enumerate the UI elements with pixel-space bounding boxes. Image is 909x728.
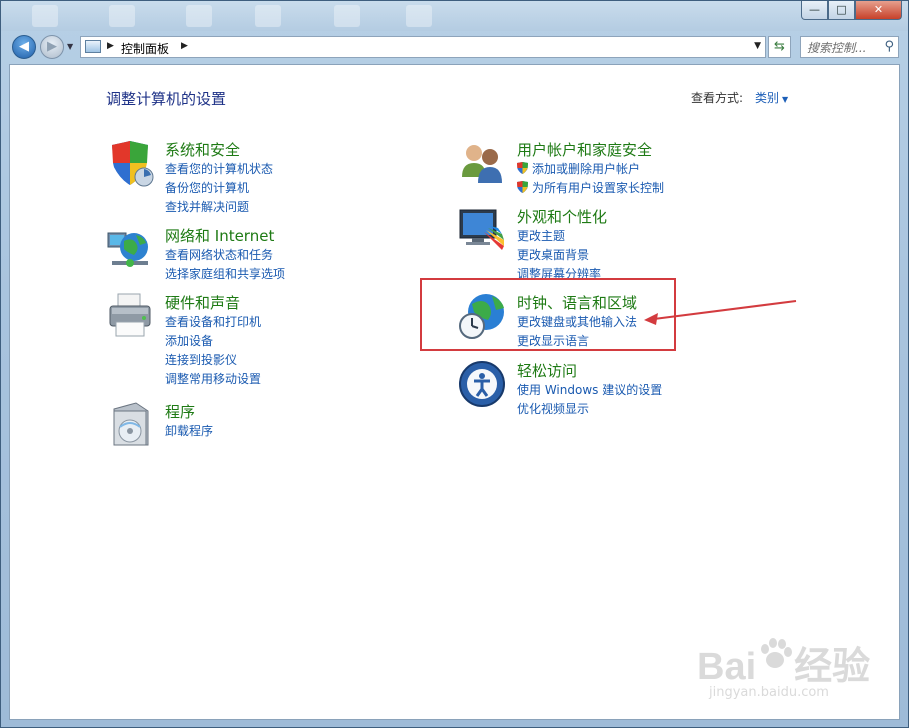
background-ghost-icon — [186, 5, 212, 27]
search-input[interactable] — [805, 38, 885, 58]
category-link[interactable]: 调整常用移动设置 — [165, 370, 261, 387]
category-link[interactable]: 备份您的计算机 — [165, 179, 249, 196]
address-bar[interactable]: ▶ 控制面板 ▶ ▼ — [80, 36, 766, 58]
back-button[interactable]: ◀ — [12, 35, 36, 59]
chevron-right-icon[interactable]: ▶ — [107, 41, 114, 51]
page-title: 调整计算机的设置 — [106, 90, 227, 108]
background-ghost-icon — [406, 5, 432, 27]
view-by-value[interactable]: 类别 — [755, 91, 779, 105]
chevron-right-icon[interactable]: ▶ — [181, 41, 188, 51]
category-title[interactable]: 用户帐户和家庭安全 — [517, 139, 652, 160]
category-link[interactable]: 查看设备和打印机 — [165, 313, 261, 330]
baidu-watermark: Bai 经验 jingyan.baidu.com — [697, 635, 871, 700]
category-link[interactable]: 添加或删除用户帐户 — [517, 160, 640, 177]
category-title[interactable]: 网络和 Internet — [165, 225, 274, 246]
link-text[interactable]: 添加或删除用户帐户 — [532, 162, 640, 176]
category-title[interactable]: 系统和安全 — [165, 139, 240, 160]
background-ghost-icon — [109, 5, 135, 27]
category-link[interactable]: 更改主题 — [517, 227, 565, 244]
arrow-left-icon: ◀ — [19, 39, 29, 54]
title-bar[interactable]: — □ ✕ — [1, 1, 908, 31]
category-title[interactable]: 程序 — [165, 401, 195, 422]
search-icon[interactable]: ⚲ — [884, 39, 894, 54]
programs-disc-icon[interactable] — [106, 401, 154, 449]
category-link[interactable]: 查找并解决问题 — [165, 198, 249, 215]
category-link[interactable]: 连接到投影仪 — [165, 351, 237, 368]
recent-pages-dropdown[interactable]: ▼ — [67, 42, 73, 51]
background-ghost-icon — [32, 5, 58, 27]
shield-icon[interactable] — [106, 139, 154, 187]
view-by-label: 查看方式: — [691, 91, 744, 105]
category-link[interactable]: 选择家庭组和共享选项 — [165, 265, 285, 282]
view-by-dropdown[interactable]: 类别 ▼ — [755, 89, 788, 106]
category-link[interactable]: 优化视频显示 — [517, 400, 589, 417]
address-dropdown-icon[interactable]: ▼ — [754, 41, 761, 51]
background-ghost-icon — [255, 5, 281, 27]
category-link[interactable]: 添加设备 — [165, 332, 213, 349]
category-link[interactable]: 卸载程序 — [165, 422, 213, 439]
watermark-brand: Bai — [697, 646, 757, 688]
watermark-url: jingyan.baidu.com — [709, 685, 829, 700]
maximize-button[interactable]: □ — [828, 1, 855, 20]
network-globe-icon[interactable] — [106, 225, 154, 273]
breadcrumb-control-panel[interactable]: 控制面板 — [121, 40, 169, 57]
monitor-palette-icon[interactable] — [458, 206, 506, 254]
category-link[interactable]: 查看您的计算机状态 — [165, 160, 273, 177]
chevron-down-icon[interactable]: ▼ — [782, 95, 788, 104]
arrow-right-icon: ▶ — [47, 39, 57, 54]
link-text[interactable]: 为所有用户设置家长控制 — [532, 181, 664, 195]
ease-of-access-icon[interactable] — [458, 360, 506, 408]
uac-shield-icon — [517, 181, 528, 193]
search-box[interactable]: ⚲ — [800, 36, 899, 58]
background-ghost-icon — [334, 5, 360, 27]
annotation-arrow-icon — [644, 300, 797, 325]
main-content: 调整计算机的设置 查看方式: 类别 ▼ 系统和安全 查看您的计算机状态 备份您的计… — [9, 64, 900, 720]
paw-icon — [761, 638, 793, 668]
category-title[interactable]: 硬件和声音 — [165, 292, 240, 313]
highlight-box — [420, 278, 676, 351]
close-button[interactable]: ✕ — [855, 1, 902, 20]
printer-icon[interactable] — [106, 292, 154, 340]
category-link[interactable]: 使用 Windows 建议的设置 — [517, 381, 662, 398]
category-link[interactable]: 更改桌面背景 — [517, 246, 589, 263]
control-panel-icon — [85, 40, 101, 53]
uac-shield-icon — [517, 162, 528, 174]
refresh-button[interactable]: ⇆ — [768, 36, 791, 58]
forward-button[interactable]: ▶ — [40, 35, 64, 59]
refresh-icon: ⇆ — [774, 39, 785, 54]
category-link[interactable]: 查看网络状态和任务 — [165, 246, 273, 263]
users-icon[interactable] — [458, 139, 506, 187]
control-panel-window: — □ ✕ ◀ ▶ ▼ ▶ 控制面板 ▶ ▼ ⇆ ⚲ 调整计算机的设置 查看方式… — [0, 0, 909, 728]
minimize-button[interactable]: — — [801, 1, 828, 20]
category-title[interactable]: 外观和个性化 — [517, 206, 607, 227]
category-title[interactable]: 轻松访问 — [517, 360, 577, 381]
watermark-suffix: 经验 — [794, 646, 871, 688]
category-link[interactable]: 为所有用户设置家长控制 — [517, 179, 664, 196]
window-controls: — □ ✕ — [801, 1, 902, 20]
